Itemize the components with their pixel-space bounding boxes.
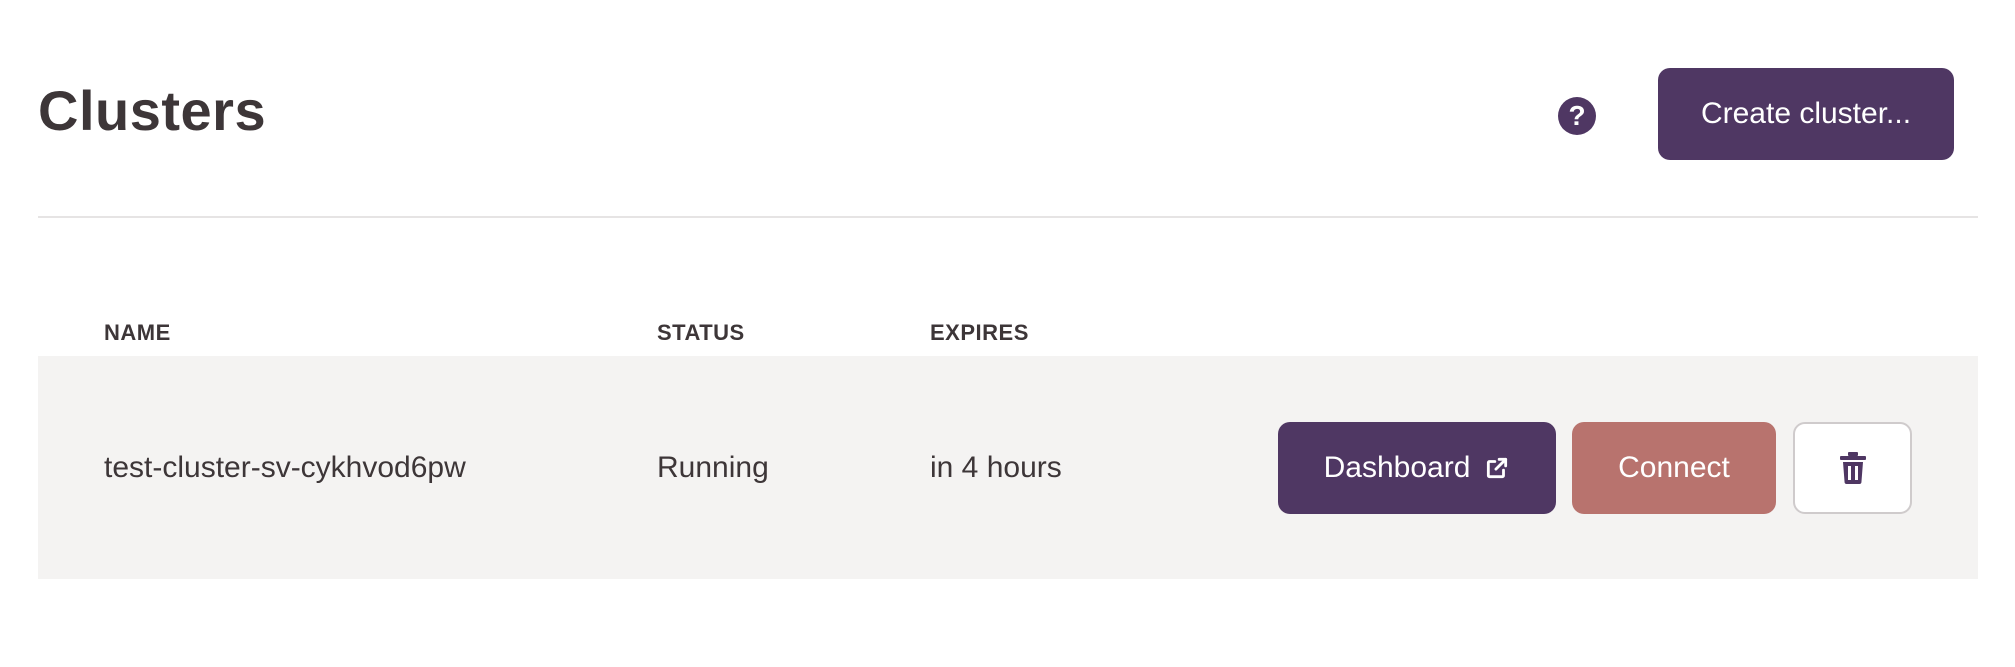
connect-button[interactable]: Connect [1572, 422, 1776, 514]
page-title: Clusters [38, 79, 267, 142]
cluster-status: Running [657, 451, 769, 484]
external-link-icon [1484, 455, 1510, 481]
delete-button[interactable] [1793, 422, 1912, 514]
dashboard-button[interactable]: Dashboard [1278, 422, 1556, 514]
column-header-expires: EXPIRES [930, 320, 1029, 345]
cluster-expires: in 4 hours [930, 451, 1062, 484]
column-header-name: NAME [104, 320, 171, 345]
header-divider [38, 216, 1978, 218]
dashboard-button-label: Dashboard [1323, 451, 1471, 484]
cluster-name: test-cluster-sv-cykhvod6pw [104, 451, 466, 484]
trash-icon [1839, 451, 1867, 485]
column-header-status: STATUS [657, 320, 745, 345]
clusters-page: Clusters ? Create cluster... NAME STATUS… [0, 0, 2015, 667]
create-cluster-button[interactable]: Create cluster... [1658, 68, 1954, 160]
help-icon[interactable]: ? [1558, 97, 1596, 135]
